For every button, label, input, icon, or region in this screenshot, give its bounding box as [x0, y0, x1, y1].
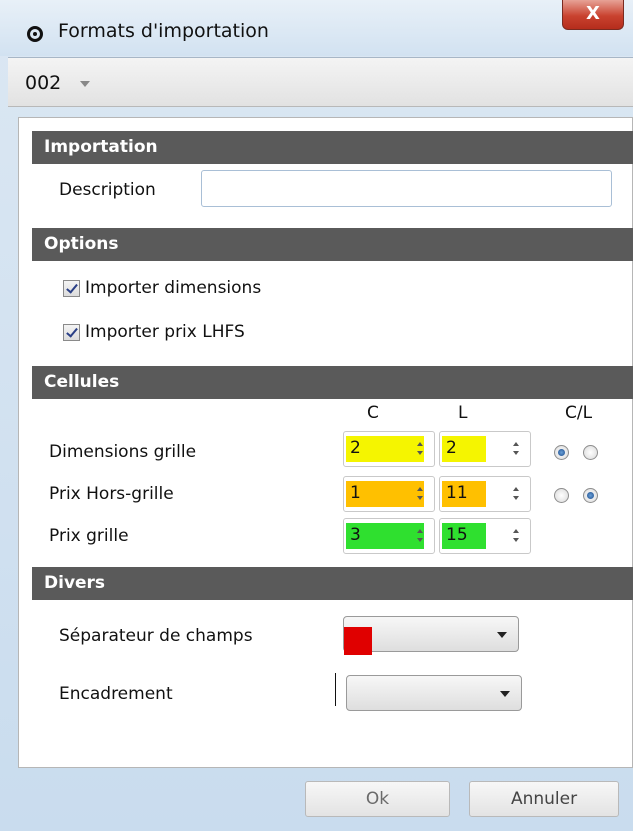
prix-hors-grille-c-stepper[interactable]: 1 — [343, 476, 435, 512]
chevron-up-icon[interactable] — [417, 529, 423, 533]
dimensions-grille-c-radio[interactable] — [554, 445, 569, 460]
separator-select[interactable] — [343, 616, 519, 655]
description-input[interactable] — [201, 170, 612, 207]
column-header-cl: C/L — [565, 403, 593, 423]
prix-hors-grille-l-stepper[interactable]: 11 — [439, 476, 531, 512]
chevron-up-icon[interactable] — [417, 442, 423, 446]
chevron-down-icon[interactable] — [513, 496, 519, 500]
stepper-value: 15 — [446, 525, 468, 545]
window-title: Formats d'importation — [58, 20, 269, 42]
dialog-window: Formats d'importation X 002 Importation … — [0, 0, 633, 831]
column-header-l: L — [458, 403, 468, 423]
chevron-down-icon[interactable] — [417, 496, 423, 500]
dimensions-grille-c-stepper[interactable]: 2 — [343, 431, 435, 467]
dimensions-grille-l-stepper[interactable]: 2 — [439, 431, 531, 467]
app-icon — [27, 26, 43, 42]
chevron-up-icon[interactable] — [417, 487, 423, 491]
prix-hors-grille-l-radio[interactable] — [583, 488, 598, 503]
format-select-value: 002 — [25, 72, 62, 94]
import-price-label: Importer prix LHFS — [85, 322, 245, 342]
section-header-cellules: Cellules — [32, 366, 633, 399]
chevron-up-icon[interactable] — [513, 442, 519, 446]
description-label: Description — [59, 180, 156, 200]
chevron-down-icon[interactable] — [417, 451, 423, 455]
stepper-value: 11 — [446, 483, 468, 503]
section-header-divers: Divers — [32, 567, 633, 600]
form-panel: Importation Description Options Importer… — [18, 117, 633, 768]
red-highlight-mark — [344, 627, 372, 655]
chevron-up-icon[interactable] — [513, 529, 519, 533]
chevron-down-icon[interactable] — [417, 538, 423, 542]
title-bar: Formats d'importation X — [0, 0, 633, 56]
cancel-button[interactable]: Annuler — [469, 781, 619, 817]
chevron-down-icon — [500, 691, 510, 697]
chevron-down-icon[interactable] — [513, 538, 519, 542]
row-label-prix-hors-grille: Prix Hors-grille — [49, 484, 174, 504]
stepper-value: 1 — [350, 483, 361, 503]
chevron-down-icon — [497, 632, 507, 638]
ok-button[interactable]: Ok — [305, 781, 450, 817]
separator-label: Séparateur de champs — [59, 626, 253, 646]
prix-hors-grille-c-radio[interactable] — [554, 488, 569, 503]
prix-grille-l-stepper[interactable]: 15 — [439, 518, 531, 554]
close-button[interactable]: X — [562, 0, 624, 30]
dimensions-grille-l-radio[interactable] — [583, 445, 598, 460]
import-dimensions-checkbox[interactable] — [63, 280, 80, 297]
import-price-checkbox[interactable] — [63, 324, 80, 341]
text-cursor — [335, 673, 336, 706]
row-label-prix-grille: Prix grille — [49, 526, 129, 546]
frame-label: Encadrement — [59, 684, 173, 704]
stepper-value: 3 — [350, 525, 361, 545]
section-header-options: Options — [32, 228, 633, 261]
frame-select[interactable] — [346, 675, 522, 711]
chevron-down-icon — [80, 81, 90, 87]
import-dimensions-label: Importer dimensions — [85, 278, 262, 298]
stepper-value: 2 — [350, 438, 361, 458]
column-header-c: C — [367, 403, 379, 423]
section-header-importation: Importation — [32, 131, 633, 164]
stepper-value: 2 — [446, 438, 457, 458]
format-select[interactable]: 002 — [25, 68, 95, 98]
prix-grille-c-stepper[interactable]: 3 — [343, 518, 435, 554]
toolbar: 002 — [8, 57, 633, 107]
chevron-down-icon[interactable] — [513, 451, 519, 455]
row-label-dimensions-grille: Dimensions grille — [49, 442, 197, 462]
chevron-up-icon[interactable] — [513, 487, 519, 491]
